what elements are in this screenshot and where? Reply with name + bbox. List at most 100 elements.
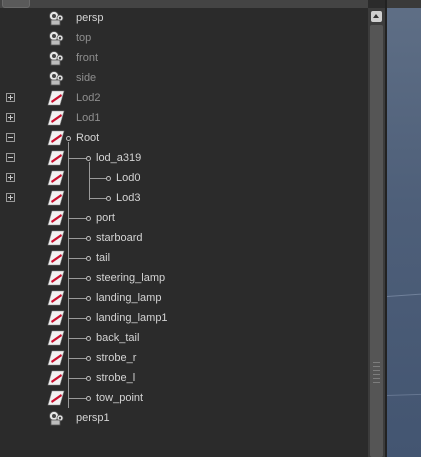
transform-icon: [47, 330, 65, 346]
transform-icon: [47, 90, 65, 106]
hierarchy-node-dot: [86, 296, 91, 301]
outliner-item-label: Lod2: [76, 92, 101, 104]
outliner-item-label: steering_lamp: [96, 272, 166, 284]
transform-icon: [47, 150, 65, 166]
hierarchy-line: [68, 238, 86, 239]
camera-icon: [49, 31, 64, 46]
outliner-item-lod1[interactable]: Lod1: [0, 108, 368, 128]
hierarchy-line: [89, 178, 106, 179]
outliner-item-landing-lamp[interactable]: landing_lamp: [0, 288, 368, 308]
outliner-item-lod2[interactable]: Lod2: [0, 88, 368, 108]
outliner-item-label: Root: [76, 132, 100, 144]
outliner-item-label: side: [76, 72, 97, 84]
outliner-item-top[interactable]: top: [0, 28, 368, 48]
hierarchy-node-dot: [86, 336, 91, 341]
outliner-item-persp1[interactable]: persp1: [0, 408, 368, 428]
hierarchy-line: [68, 338, 86, 339]
viewport-grid-line: [386, 293, 421, 297]
outliner-item-strobe-r[interactable]: strobe_r: [0, 348, 368, 368]
transform-icon: [47, 170, 65, 186]
transform-icon: [47, 290, 65, 306]
camera-icon: [49, 51, 64, 66]
outliner-item-back-tail[interactable]: back_tail: [0, 328, 368, 348]
outliner-item-steering-lamp[interactable]: steering_lamp: [0, 268, 368, 288]
outliner-item-label: Lod1: [76, 112, 101, 124]
outliner-item-root[interactable]: Root: [0, 128, 368, 148]
outliner-item-side[interactable]: side: [0, 68, 368, 88]
outliner-item-label: lod_a319: [96, 152, 142, 164]
viewport-grid-line: [386, 393, 421, 396]
camera-icon: [49, 11, 64, 26]
scroll-up-arrow-icon[interactable]: [371, 11, 382, 22]
collapse-toggle[interactable]: [6, 153, 15, 162]
hierarchy-node-dot: [106, 176, 111, 181]
outliner-item-label: persp1: [76, 412, 110, 424]
outliner-item-label: Lod3: [116, 192, 141, 204]
hierarchy-line: [68, 218, 86, 219]
transform-icon: [47, 370, 65, 386]
outliner-item-label: port: [96, 212, 115, 224]
outliner-item-label: landing_lamp: [96, 292, 162, 304]
panel-tab[interactable]: [2, 0, 30, 8]
outliner-item-lod0[interactable]: Lod0: [0, 168, 368, 188]
expand-toggle[interactable]: [6, 193, 15, 202]
outliner-item-label: front: [76, 52, 99, 64]
transform-icon: [47, 250, 65, 266]
viewport-panel[interactable]: [385, 0, 421, 457]
transform-icon: [47, 310, 65, 326]
hierarchy-node-dot: [106, 196, 111, 201]
outliner-item-lod-a319[interactable]: lod_a319: [0, 148, 368, 168]
transform-icon: [47, 190, 65, 206]
outliner-item-starboard[interactable]: starboard: [0, 228, 368, 248]
panel-top-strip: [0, 0, 368, 8]
outliner-item-strobe-l[interactable]: strobe_l: [0, 368, 368, 388]
hierarchy-node-dot: [86, 256, 91, 261]
outliner-item-tail[interactable]: tail: [0, 248, 368, 268]
outliner-item-landing-lamp1[interactable]: landing_lamp1: [0, 308, 368, 328]
scroll-grip-icon[interactable]: [373, 362, 380, 386]
outliner-item-label: strobe_r: [96, 352, 137, 364]
outliner-item-tow-point[interactable]: tow_point: [0, 388, 368, 408]
outliner-item-label: landing_lamp1: [96, 312, 168, 324]
outliner-scrollbar[interactable]: [368, 8, 385, 457]
hierarchy-node-dot: [86, 396, 91, 401]
outliner-item-label: back_tail: [96, 332, 140, 344]
collapse-toggle[interactable]: [6, 133, 15, 142]
transform-icon: [47, 110, 65, 126]
hierarchy-node-dot: [86, 276, 91, 281]
scrollbar-track[interactable]: [370, 25, 383, 457]
hierarchy-node-dot: [86, 156, 91, 161]
outliner-item-label: top: [76, 32, 92, 44]
transform-icon: [47, 270, 65, 286]
hierarchy-line: [68, 358, 86, 359]
outliner-item-label: tail: [96, 252, 111, 264]
outliner-item-label: persp: [76, 12, 104, 24]
expand-toggle[interactable]: [6, 93, 15, 102]
outliner-item-lod3[interactable]: Lod3: [0, 188, 368, 208]
outliner-item-label: strobe_l: [96, 372, 136, 384]
hierarchy-line: [68, 158, 86, 159]
outliner-item-persp[interactable]: persp: [0, 8, 368, 28]
hierarchy-node-dot: [86, 216, 91, 221]
hierarchy-node-dot: [66, 136, 71, 141]
hierarchy-line: [68, 378, 86, 379]
transform-icon: [47, 350, 65, 366]
outliner-item-label: starboard: [96, 232, 143, 244]
camera-icon: [49, 71, 64, 86]
outliner-item-label: tow_point: [96, 392, 144, 404]
hierarchy-line: [89, 198, 106, 199]
viewport-header: [387, 0, 421, 8]
outliner-panel: persp top front side Lod2 Lod1 Root lod_…: [0, 8, 368, 457]
outliner-item-port[interactable]: port: [0, 208, 368, 228]
hierarchy-line: [68, 278, 86, 279]
expand-toggle[interactable]: [6, 113, 15, 122]
hierarchy-line: [68, 298, 86, 299]
camera-icon: [49, 411, 64, 426]
outliner-item-front[interactable]: front: [0, 48, 368, 68]
transform-icon: [47, 390, 65, 406]
expand-toggle[interactable]: [6, 173, 15, 182]
hierarchy-node-dot: [86, 356, 91, 361]
outliner-item-label: Lod0: [116, 172, 141, 184]
hierarchy-line: [68, 318, 86, 319]
hierarchy-line: [68, 398, 86, 399]
